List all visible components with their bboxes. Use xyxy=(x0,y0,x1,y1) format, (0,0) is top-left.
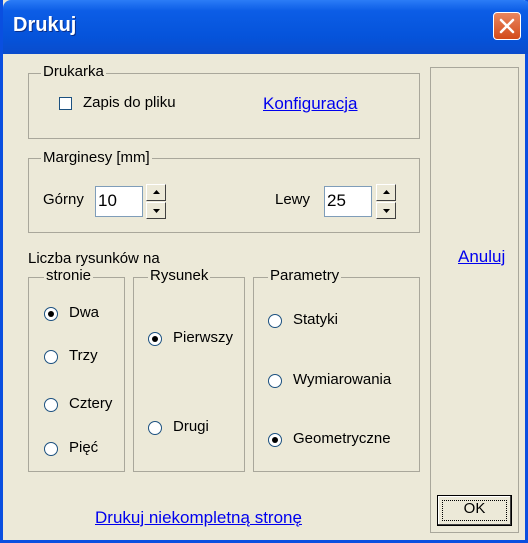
arrow-up-icon xyxy=(383,190,390,194)
close-icon xyxy=(499,18,515,34)
drawing-option-label[interactable]: Pierwszy xyxy=(173,329,233,346)
params-option-label[interactable]: Wymiarowania xyxy=(293,371,391,388)
count-heading: Liczba rysunków na xyxy=(28,250,160,267)
top-margin-input[interactable]: 10 xyxy=(95,186,143,217)
drawing-legend: Rysunek xyxy=(148,267,211,284)
side-panel xyxy=(430,67,519,533)
left-margin-up-button[interactable] xyxy=(376,184,396,201)
drawing-option-radio[interactable] xyxy=(148,332,162,346)
top-margin-up-button[interactable] xyxy=(146,184,166,201)
arrow-down-icon xyxy=(383,209,390,213)
top-margin-spinner xyxy=(146,184,166,219)
print-incomplete-page-link[interactable]: Drukuj niekompletną stronę xyxy=(95,508,302,528)
params-option-radio[interactable] xyxy=(268,374,282,388)
cancel-link[interactable]: Anuluj xyxy=(458,247,505,267)
drawing-option-radio[interactable] xyxy=(148,421,162,435)
print-dialog: Drukuj Drukarka Zapis do pliku Konfigura… xyxy=(0,0,528,543)
save-to-file-checkbox[interactable] xyxy=(59,97,72,110)
left-margin-label: Lewy xyxy=(275,191,311,208)
params-option-label[interactable]: Geometryczne xyxy=(293,430,391,447)
configuration-link[interactable]: Konfiguracja xyxy=(263,94,358,114)
top-margin-label: Górny xyxy=(43,191,84,208)
count-option-radio[interactable] xyxy=(44,350,58,364)
count-option-radio[interactable] xyxy=(44,398,58,412)
left-margin-down-button[interactable] xyxy=(376,202,396,219)
window-title: Drukuj xyxy=(13,14,77,36)
margins-legend: Marginesy [mm] xyxy=(41,149,152,166)
params-option-radio[interactable] xyxy=(268,433,282,447)
left-margin-input[interactable]: 25 xyxy=(324,186,372,217)
params-legend: Parametry xyxy=(268,267,342,284)
left-margin-spinner xyxy=(376,184,396,219)
arrow-down-icon xyxy=(153,209,160,213)
ok-button[interactable]: OK xyxy=(437,495,512,526)
arrow-up-icon xyxy=(153,190,160,194)
count-option-label[interactable]: Cztery xyxy=(69,395,112,412)
save-to-file-label[interactable]: Zapis do pliku xyxy=(83,94,176,111)
drawing-group xyxy=(133,277,245,472)
close-button[interactable] xyxy=(493,12,521,40)
count-option-label[interactable]: Pięć xyxy=(69,439,98,456)
printer-legend: Drukarka xyxy=(41,63,106,80)
top-margin-down-button[interactable] xyxy=(146,202,166,219)
title-bar[interactable]: Drukuj xyxy=(3,0,528,54)
count-option-radio[interactable] xyxy=(44,307,58,321)
ok-button-label: OK xyxy=(463,500,486,517)
params-option-radio[interactable] xyxy=(268,314,282,328)
count-option-radio[interactable] xyxy=(44,442,58,456)
params-option-label[interactable]: Statyki xyxy=(293,311,338,328)
count-option-label[interactable]: Trzy xyxy=(69,347,98,364)
count-legend: stronie xyxy=(44,267,94,284)
drawing-option-label[interactable]: Drugi xyxy=(173,418,209,435)
count-option-label[interactable]: Dwa xyxy=(69,304,99,321)
